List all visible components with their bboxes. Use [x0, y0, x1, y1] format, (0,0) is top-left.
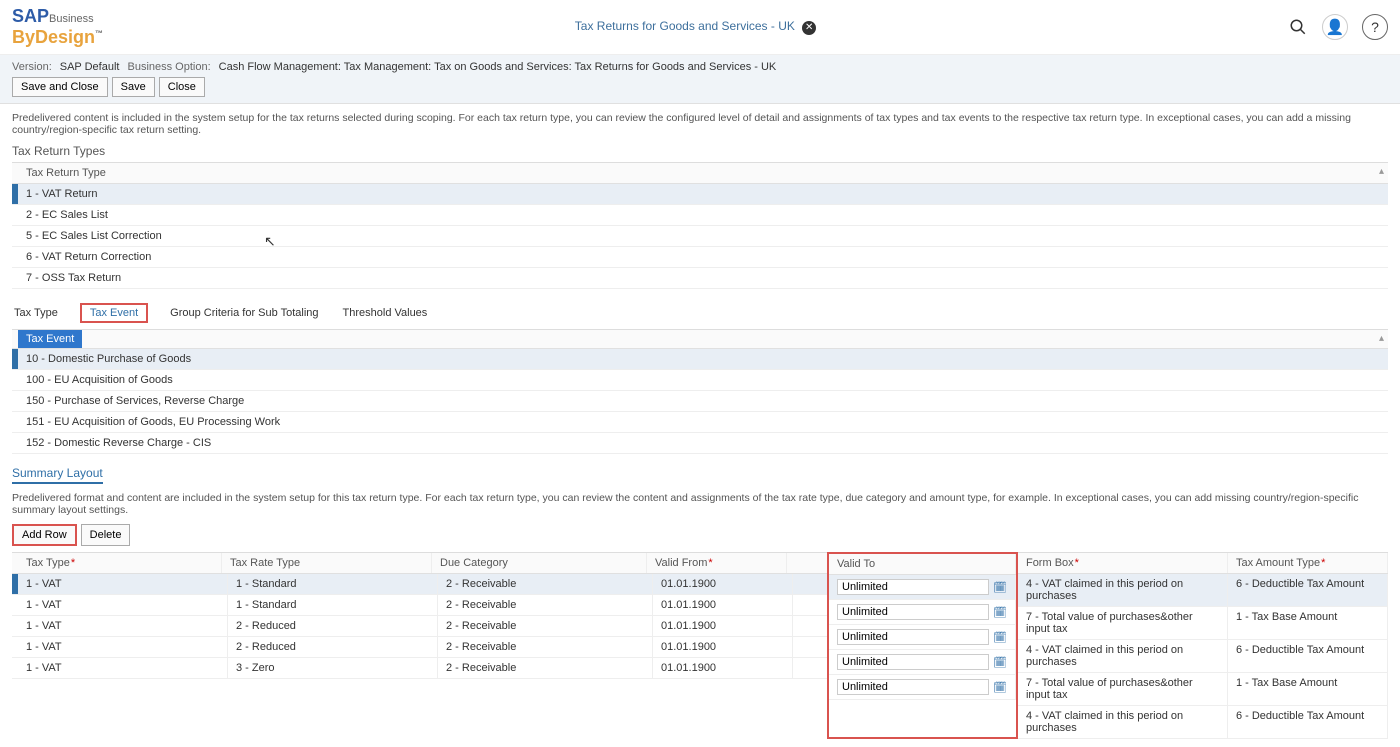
valid-to-input[interactable] [837, 604, 989, 620]
page-title: Tax Returns for Goods and Services - UK [575, 19, 795, 33]
col-rate-type: Tax Rate Type [222, 553, 432, 573]
add-row-button[interactable]: Add Row [12, 524, 77, 546]
table-row[interactable]: 1 - VAT 3 - Zero 2 - Receivable 01.01.19… [12, 658, 827, 679]
summary-description: Predelivered format and content are incl… [12, 492, 1388, 516]
collapse-icon[interactable]: ▴ [1379, 333, 1384, 344]
table-row[interactable]: 10 - Domestic Purchase of Goods [12, 349, 1388, 370]
table-row[interactable]: 4 - VAT claimed in this period on purcha… [1018, 706, 1388, 739]
help-icon[interactable]: ? [1362, 14, 1388, 40]
option-value: Cash Flow Management: Tax Management: Ta… [219, 61, 777, 73]
logo-bydesign: ByDesign [12, 27, 95, 47]
topbar-right: 👤 ? [1288, 14, 1388, 40]
table-row[interactable]: 4 - VAT claimed in this period on purcha… [1018, 574, 1388, 607]
calendar-icon[interactable]: 🗓 [993, 581, 1007, 594]
meta-bar: Version: SAP Default Business Option: Ca… [0, 55, 1400, 104]
table-row[interactable]: 1 - VAT 2 - Reduced 2 - Receivable 01.01… [12, 637, 827, 658]
avatar[interactable]: 👤 [1322, 14, 1348, 40]
col-tax-amount-type: Tax Amount Type [1228, 553, 1388, 573]
tax-return-types-table: Tax Return Type ▴ 1 - VAT Return 2 - EC S… [12, 162, 1388, 289]
save-and-close-button[interactable]: Save and Close [12, 77, 108, 97]
save-button[interactable]: Save [112, 77, 155, 97]
valid-to-input[interactable] [837, 679, 989, 695]
table-row[interactable]: 151 - EU Acquisition of Goods, EU Proces… [12, 412, 1388, 433]
valid-to-input[interactable] [837, 629, 989, 645]
tab-threshold[interactable]: Threshold Values [341, 303, 430, 323]
option-label: Business Option: [127, 61, 210, 73]
col-form-box: Form Box [1018, 553, 1228, 573]
tab-tax-event[interactable]: Tax Event [80, 303, 148, 323]
summary-table-right: Form Box Tax Amount Type 4 - VAT claimed… [1018, 552, 1388, 739]
version-label: Version: [12, 61, 52, 73]
table-row[interactable]: 7 - Total value of purchases&other input… [1018, 607, 1388, 640]
table-row[interactable]: 6 - VAT Return Correction [12, 247, 1388, 268]
table-row[interactable]: 1 - VAT 1 - Standard 2 - Receivable 01.0… [12, 574, 827, 595]
tab-group-criteria[interactable]: Group Criteria for Sub Totaling [168, 303, 320, 323]
types-header: Tax Return Type [12, 163, 114, 183]
top-bar: SAPBusiness ByDesign™ Tax Returns for Go… [0, 0, 1400, 55]
tax-return-types-title: Tax Return Types [12, 144, 1388, 158]
col-due-category: Due Category [432, 553, 647, 573]
tab-tax-type[interactable]: Tax Type [12, 303, 60, 323]
logo-business: Business [49, 13, 94, 25]
calendar-icon[interactable]: 🗓 [993, 606, 1007, 619]
calendar-icon[interactable]: 🗓 [993, 656, 1007, 669]
col-valid-to: Valid To [829, 554, 1016, 574]
tax-event-header: Tax Event [18, 330, 82, 348]
col-valid-from: Valid From [647, 553, 787, 573]
table-row[interactable]: 152 - Domestic Reverse Charge - CIS [12, 433, 1388, 454]
logo-sap: SAP [12, 6, 49, 26]
calendar-icon[interactable]: 🗓 [993, 631, 1007, 644]
tax-event-table: Tax Event ▴ 10 - Domestic Purchase of Goo… [12, 329, 1388, 454]
table-row[interactable]: 5 - EC Sales List Correction [12, 226, 1388, 247]
table-row[interactable]: 100 - EU Acquisition of Goods [12, 370, 1388, 391]
table-row[interactable]: 7 - OSS Tax Return [12, 268, 1388, 289]
summary-table-left: Tax Type Tax Rate Type Due Category Vali… [12, 552, 827, 679]
table-row[interactable]: 150 - Purchase of Services, Reverse Char… [12, 391, 1388, 412]
description-text: Predelivered content is included in the … [12, 112, 1388, 136]
collapse-icon[interactable]: ▴ [1379, 166, 1384, 177]
table-row[interactable]: 🗓 [829, 650, 1016, 675]
calendar-icon[interactable]: 🗓 [993, 681, 1007, 694]
valid-to-input[interactable] [837, 654, 989, 670]
table-row[interactable]: 🗓 [829, 675, 1016, 700]
table-row[interactable]: 4 - VAT claimed in this period on purcha… [1018, 640, 1388, 673]
table-row[interactable]: 7 - Total value of purchases&other input… [1018, 673, 1388, 706]
col-tax-type: Tax Type [12, 553, 222, 573]
logo: SAPBusiness ByDesign™ [12, 6, 103, 48]
table-row[interactable]: 1 - VAT Return [12, 184, 1388, 205]
table-row[interactable]: 1 - VAT 1 - Standard 2 - Receivable 01.0… [12, 595, 827, 616]
close-title-icon[interactable]: ✕ [802, 21, 816, 35]
table-row[interactable]: 1 - VAT 2 - Reduced 2 - Receivable 01.01… [12, 616, 827, 637]
delete-button[interactable]: Delete [81, 524, 131, 546]
table-row[interactable]: 2 - EC Sales List [12, 205, 1388, 226]
table-row[interactable]: 🗓 [829, 625, 1016, 650]
table-row[interactable]: 🗓 [829, 600, 1016, 625]
close-button[interactable]: Close [159, 77, 205, 97]
summary-layout-title: Summary Layout [12, 466, 103, 484]
search-icon[interactable] [1288, 17, 1308, 37]
tabs: Tax Type Tax Event Group Criteria for Su… [12, 303, 1388, 323]
page-title-wrap: Tax Returns for Goods and Services - UK … [103, 19, 1288, 35]
table-row[interactable]: 🗓 [829, 575, 1016, 600]
version-value: SAP Default [60, 61, 120, 73]
valid-to-column-highlight: Valid To 🗓 🗓 🗓 🗓 [827, 552, 1018, 739]
